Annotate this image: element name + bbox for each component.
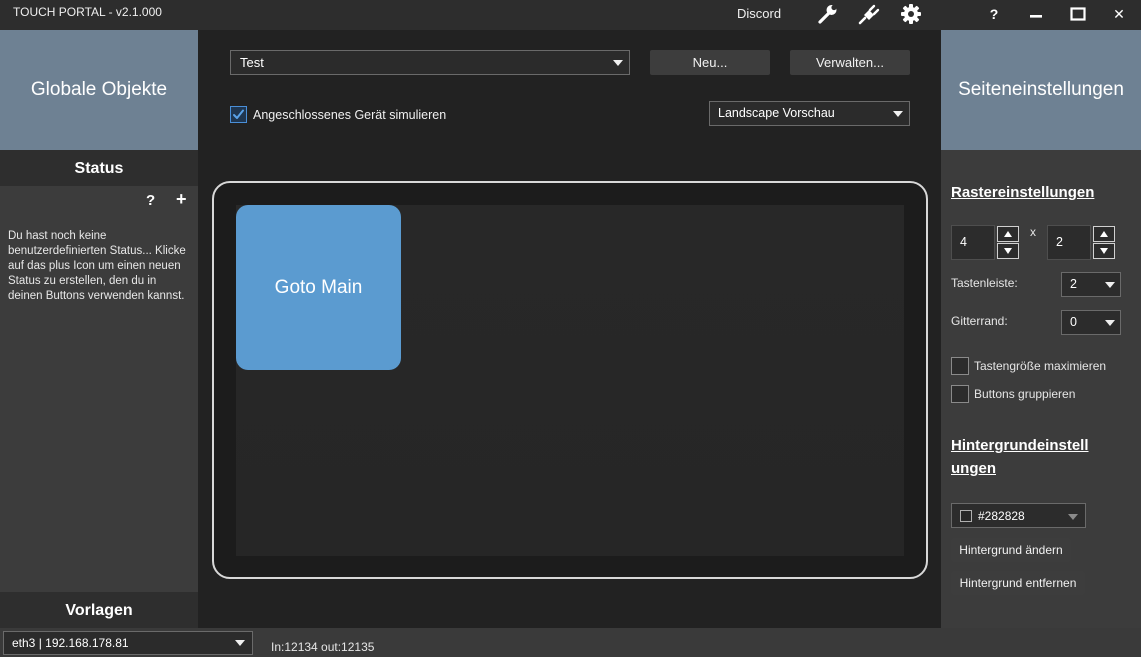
button-bar-value: 2 bbox=[1070, 277, 1077, 291]
center-panel: Test Neu... Verwalten... Angeschlossenes… bbox=[198, 30, 941, 628]
grid-columns-input[interactable]: 4 bbox=[951, 225, 995, 260]
remove-background-button[interactable]: Hintergrund entfernen bbox=[951, 571, 1085, 595]
traffic-counter: In:12134 out:12135 bbox=[271, 640, 375, 654]
manage-pages-button[interactable]: Verwalten... bbox=[790, 50, 910, 75]
grid-rows-input[interactable]: 2 bbox=[1047, 225, 1091, 260]
grid-rows-down[interactable] bbox=[1093, 243, 1115, 259]
preview-mode-select[interactable]: Landscape Vorschau bbox=[709, 101, 910, 126]
plug-icon[interactable] bbox=[857, 3, 881, 25]
grid-columns-down[interactable] bbox=[997, 243, 1019, 259]
close-button[interactable]: ✕ bbox=[1106, 2, 1132, 26]
checkmark-icon bbox=[233, 109, 244, 119]
button-tile-label: Goto Main bbox=[274, 276, 363, 298]
minimize-button[interactable] bbox=[1023, 2, 1049, 26]
status-header: Status bbox=[0, 150, 198, 186]
status-toolbar: ? + bbox=[138, 189, 198, 212]
arrow-up-icon bbox=[1100, 231, 1108, 237]
maximize-size-checkbox[interactable] bbox=[951, 357, 969, 375]
background-settings-title: Hintergrundeinstell ungen bbox=[951, 437, 1089, 477]
background-color-select[interactable]: #282828 bbox=[951, 503, 1086, 528]
gear-icon[interactable] bbox=[899, 3, 923, 25]
device-preview-screen[interactable]: Goto Main bbox=[236, 205, 904, 556]
discord-link[interactable]: Discord bbox=[737, 6, 781, 21]
minimize-icon bbox=[1030, 15, 1042, 18]
device-preview-frame: Goto Main bbox=[212, 181, 928, 579]
maximize-icon bbox=[1070, 7, 1086, 21]
templates-header[interactable]: Vorlagen bbox=[0, 592, 198, 628]
grid-separator: x bbox=[1030, 225, 1036, 239]
chevron-down-icon bbox=[235, 640, 245, 646]
chevron-down-icon bbox=[1105, 282, 1115, 288]
change-background-button[interactable]: Hintergrund ändern bbox=[951, 538, 1071, 562]
grid-border-value: 0 bbox=[1070, 315, 1077, 329]
grid-rows-up[interactable] bbox=[1093, 226, 1115, 242]
status-empty-text: Du hast noch keine benutzerdefinierten S… bbox=[8, 230, 186, 302]
button-tile[interactable]: Goto Main bbox=[236, 205, 401, 370]
page-settings-button[interactable]: Seiteneinstellungen bbox=[941, 30, 1141, 150]
grid-border-select[interactable]: 0 bbox=[1061, 310, 1121, 335]
background-color-value: #282828 bbox=[978, 509, 1025, 523]
title-bar: TOUCH PORTAL - v2.1.000 Discord ? ✕ bbox=[0, 0, 1141, 30]
grid-columns-up[interactable] bbox=[997, 226, 1019, 242]
button-bar-select[interactable]: 2 bbox=[1061, 272, 1121, 297]
group-buttons-checkbox[interactable] bbox=[951, 385, 969, 403]
maximize-size-label: Tastengröße maximieren bbox=[974, 359, 1107, 373]
network-interface-select[interactable]: eth3 | 192.168.178.81 bbox=[3, 631, 253, 655]
grid-settings-title: Rastereinstellungen bbox=[951, 184, 1095, 201]
arrow-down-icon bbox=[1004, 248, 1012, 254]
chevron-down-icon bbox=[1068, 514, 1078, 520]
page-select-value: Test bbox=[240, 55, 264, 70]
app-title: TOUCH PORTAL - v2.1.000 bbox=[13, 5, 162, 19]
simulate-device-label: Angeschlossenes Gerät simulieren bbox=[253, 108, 447, 122]
page-select[interactable]: Test bbox=[230, 50, 630, 75]
status-help-button[interactable]: ? bbox=[146, 192, 155, 209]
chevron-down-icon bbox=[893, 111, 903, 117]
arrow-up-icon bbox=[1004, 231, 1012, 237]
simulate-device-checkbox[interactable] bbox=[230, 106, 247, 123]
preview-mode-value: Landscape Vorschau bbox=[718, 106, 835, 120]
button-bar-label: Tastenleiste: bbox=[951, 276, 1018, 290]
wrench-icon[interactable] bbox=[816, 3, 840, 25]
arrow-down-icon bbox=[1100, 248, 1108, 254]
chevron-down-icon bbox=[613, 60, 623, 66]
color-swatch bbox=[960, 510, 972, 522]
maximize-button[interactable] bbox=[1065, 2, 1091, 26]
global-objects-button[interactable]: Globale Objekte bbox=[0, 30, 198, 150]
right-panel: Seiteneinstellungen Rastereinstellungen … bbox=[941, 30, 1141, 628]
new-page-button[interactable]: Neu... bbox=[650, 50, 770, 75]
left-panel: Globale Objekte Status ? + Du hast noch … bbox=[0, 30, 198, 628]
group-buttons-label: Buttons gruppieren bbox=[974, 387, 1076, 401]
network-interface-value: eth3 | 192.168.178.81 bbox=[12, 636, 129, 650]
status-add-button[interactable]: + bbox=[176, 189, 187, 210]
chevron-down-icon bbox=[1105, 320, 1115, 326]
grid-border-label: Gitterrand: bbox=[951, 314, 1008, 328]
help-button[interactable]: ? bbox=[981, 2, 1007, 26]
status-bar: eth3 | 192.168.178.81 In:12134 out:12135 bbox=[0, 628, 1141, 657]
